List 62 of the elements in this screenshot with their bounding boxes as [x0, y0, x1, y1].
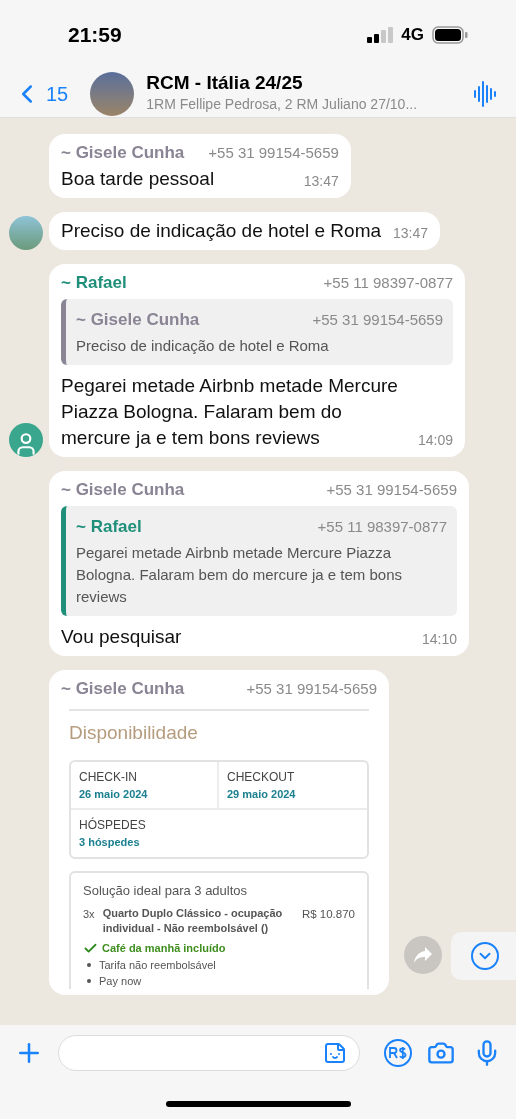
back-button[interactable]: 15 — [12, 78, 69, 109]
field-label: CHECK-IN — [79, 768, 138, 786]
forward-arrow-icon — [413, 946, 433, 964]
quoted-sender-phone: +55 31 99154-5659 — [312, 310, 444, 330]
payment-button[interactable] — [384, 1039, 412, 1067]
sender-name[interactable]: ~ Gisele Cunha — [61, 675, 185, 701]
avatar-photo-placeholder[interactable] — [9, 215, 43, 250]
message-input-field[interactable] — [58, 1035, 360, 1071]
message-time: 13:47 — [303, 171, 339, 191]
chat-title[interactable]: RCM - Itália 24/25 — [146, 72, 474, 94]
message-text: Boa tarde pessoal — [61, 166, 215, 191]
quoted-sender-phone: +55 11 98397-0877 — [317, 517, 447, 537]
quoted-sender-name: ~ Gisele Cunha — [76, 309, 200, 331]
sender-name[interactable]: ~ Gisele Cunha — [61, 140, 185, 166]
signal-icon — [367, 27, 394, 43]
message-time: 14:10 — [421, 629, 457, 649]
bullet-icon — [87, 978, 91, 983]
availability-heading: Disponibilidade — [69, 721, 199, 745]
message-bubble[interactable]: ~ Gisele Cunha +55 31 99154-5659 Boa tarde pessoal 13:47 — [49, 134, 351, 198]
quoted-text: Pegarei metade Airbnb metade Mercure Piazza Bologna. Falaram bem do mercure ja e tem bons reviews — [76, 542, 403, 607]
sender-phone: +55 31 99154-5659 — [208, 143, 339, 163]
quoted-message[interactable]: ~ Rafael +55 11 98397-0877 Pegarei metade Airbnb metade Mercure Piazza Bologna. Falaram bem do mercure ja e tem bons reviews — [61, 506, 457, 616]
message-text: Pegarei metade Airbnb metade Mercure Piazza Bologna. Falaram bem do mercure ja e tem bons reviews — [61, 373, 399, 450]
field-value: 29 maio 2024 — [227, 786, 297, 802]
chat-subtitle: 1RM Fellipe Pedrosa, 2 RM Juliano 27/10... — [146, 95, 419, 114]
bullet-icon — [87, 962, 91, 967]
message-time: 14:09 — [418, 430, 454, 450]
sender-name[interactable]: ~ Gisele Cunha — [61, 476, 185, 502]
field-label: HÓSPEDES — [79, 816, 147, 834]
network-label: 4G — [401, 24, 424, 47]
message-time: 13:47 — [393, 223, 429, 243]
message-bubble[interactable]: Preciso de indicação de hotel e Roma 13:47 — [49, 211, 441, 250]
scroll-down-button[interactable] — [451, 932, 516, 980]
quoted-text: Preciso de indicação de hotel e Roma — [76, 335, 330, 356]
included-text: Café da manhã incluído — [102, 941, 226, 956]
sender-name[interactable]: ~ Rafael — [61, 269, 127, 295]
sender-phone: +55 11 98397-0877 — [323, 272, 454, 293]
message-bubble[interactable]: ~ Gisele Cunha +55 31 99154-5659 ~ Rafael +55 11 98397-0877 Pegarei metade Airbnb metade Mercure Piazza Bologna. Falaram bem do mercure ja e tem bons reviews Vou pesquisar 14:10 — [49, 470, 469, 656]
message-bubble[interactable]: ~ Rafael +55 11 98397-0877 ~ Gisele Cunha +55 31 99154-5659 Preciso de indicação de hotel e Roma Pegarei metade Airbnb metade Mercure Piazza Bologna. Falaram bem do mercure ja e tem bons reviews 14:09 — [49, 263, 466, 457]
offer-title: Solução ideal para 3 adultos — [83, 881, 249, 900]
field-value: 26 maio 2024 — [79, 786, 149, 802]
status-time: 21:59 — [68, 22, 122, 49]
room-price: R$ 10.870 — [301, 907, 355, 922]
field-label: CHECKOUT — [227, 768, 296, 786]
sticker-icon[interactable] — [323, 1041, 347, 1065]
room-quantity: 3x — [83, 907, 95, 922]
booking-screenshot[interactable] — [69, 709, 369, 989]
sender-phone: +55 31 99154-5659 — [326, 479, 457, 500]
room-description: Quarto Duplo Clássico - ocupação individual - Não reembolsável () — [102, 906, 284, 936]
avatar-silhouette-icon[interactable] — [9, 422, 43, 457]
message-bubble[interactable] — [49, 669, 389, 995]
voice-chat-icon[interactable] — [474, 80, 496, 107]
condition-text: Tarifa não reembolsável — [99, 957, 216, 973]
quoted-sender-name: ~ Rafael — [76, 516, 142, 538]
field-value: 3 hóspedes — [79, 835, 141, 850]
sender-phone: +55 31 99154-5659 — [246, 678, 377, 699]
quoted-message[interactable]: ~ Gisele Cunha +55 31 99154-5659 Preciso de indicação de hotel e Roma — [61, 299, 454, 365]
currency-icon — [389, 1047, 407, 1059]
message-text: Preciso de indicação de hotel e Roma — [61, 218, 382, 243]
condition-text: Pay now — [99, 973, 142, 989]
battery-icon — [432, 26, 468, 44]
message-text: Vou pesquisar — [61, 624, 182, 649]
